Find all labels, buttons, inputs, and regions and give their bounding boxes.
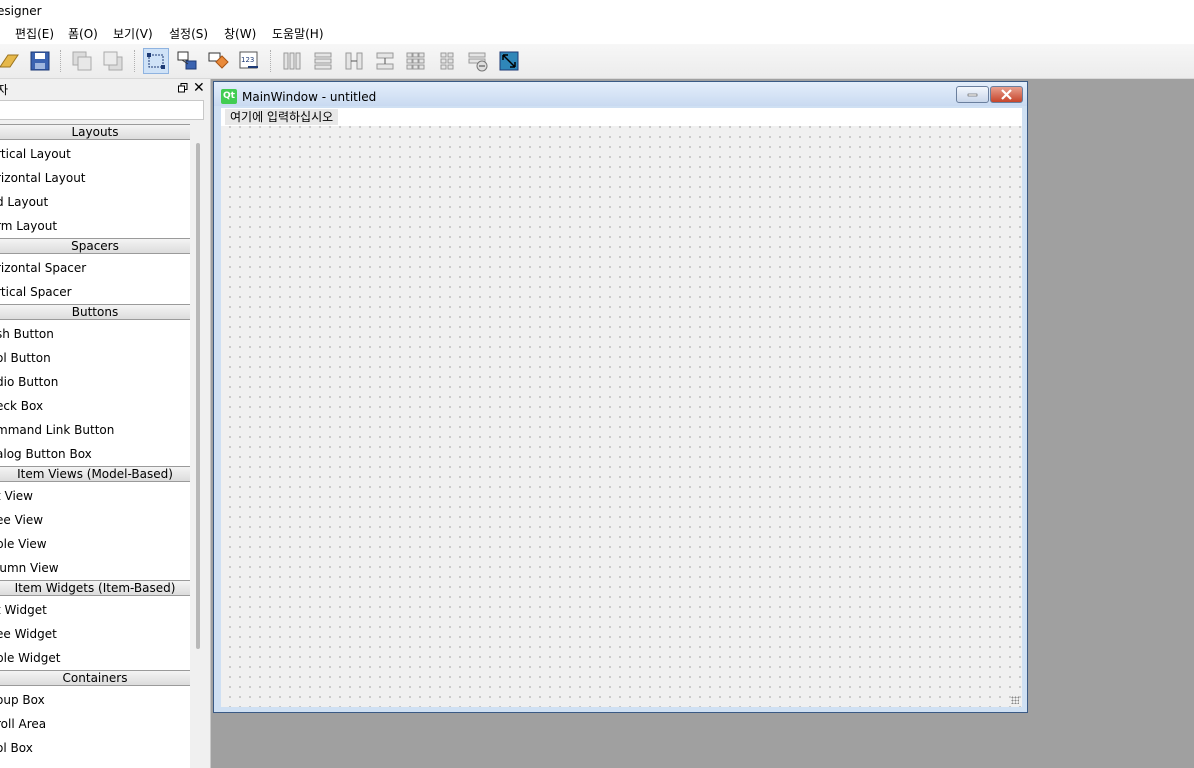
category-containers[interactable]: Containers [0,670,190,686]
menu-placeholder[interactable]: 여기에 입력하십시오 [225,109,339,125]
category-item-views[interactable]: Item Views (Model-Based) [0,466,190,482]
widget-list: Layouts rtical Layout rizontal Layout d … [0,124,190,768]
widget-item[interactable]: lumn View [0,561,59,575]
menu-help[interactable]: 도움말(H) [272,25,324,42]
layout-horizontal-icon[interactable] [279,48,305,74]
form-caption: MainWindow - untitled [242,90,377,104]
close-button[interactable] [990,86,1023,103]
qt-logo-icon: Qt [221,89,237,104]
widget-list-scrollbar[interactable] [196,143,200,649]
widget-item[interactable]: dio Button [0,375,58,389]
layout-grid-icon[interactable] [403,48,429,74]
category-layouts[interactable]: Layouts [0,124,190,140]
widget-item[interactable]: ee Widget [0,627,57,641]
widget-box-panel: 자 ✕ Layouts rtical Layout rizontal Layou… [0,79,211,768]
close-icon[interactable]: ✕ [193,79,205,97]
bring-to-front-icon[interactable] [69,48,95,74]
widget-item[interactable]: rtical Spacer [0,285,72,299]
form-window[interactable]: Qt MainWindow - untitled 여기에 입력하십시오 [213,81,1028,713]
edit-buddies-icon[interactable] [205,48,231,74]
widget-box-title: 자 [0,83,9,97]
widget-item[interactable]: roll Area [0,717,46,731]
layout-horizontal-splitter-icon[interactable] [341,48,367,74]
widget-box-header: 자 ✕ [0,79,210,99]
form-canvas[interactable]: 여기에 입력하십시오 [221,108,1022,707]
menu-form[interactable]: 폼(O) [68,25,98,42]
widget-item[interactable]: mmand Link Button [0,423,114,437]
menu-settings[interactable]: 설정(S) [169,25,208,42]
widget-item[interactable]: sh Button [0,327,54,341]
adjust-size-icon[interactable] [496,48,522,74]
widget-item[interactable]: ee View [0,513,43,527]
layout-vertical-splitter-icon[interactable] [372,48,398,74]
category-item-widgets[interactable]: Item Widgets (Item-Based) [0,580,190,596]
break-layout-icon[interactable] [465,48,491,74]
close-icon [1001,89,1012,100]
menu-window[interactable]: 창(W) [224,25,256,42]
widget-item[interactable]: ol Box [0,741,33,755]
edit-tab-order-icon[interactable]: 123 [236,48,262,74]
widget-item[interactable]: eck Box [0,399,43,413]
category-spacers[interactable]: Spacers [0,238,190,254]
form-title-bar[interactable]: Qt MainWindow - untitled [214,82,1027,106]
layout-vertical-icon[interactable] [310,48,336,74]
app-title-bar: esigner [0,0,1194,22]
app-title: esigner [0,4,42,18]
toolbar-separator [270,50,272,72]
widget-item[interactable]: rtical Layout [0,147,71,161]
edit-widgets-icon[interactable] [143,48,169,74]
toolbar: 123 [0,44,1194,79]
menu-view[interactable]: 보기(V) [113,25,153,42]
send-to-back-icon[interactable] [100,48,126,74]
toolbar-separator [134,50,136,72]
widget-item[interactable]: oup Box [0,693,45,707]
menu-edit[interactable]: 편집(E) [15,25,54,42]
widget-item[interactable]: ble View [0,537,47,551]
widget-item[interactable]: ol Button [0,351,51,365]
widget-item[interactable]: rizontal Layout [0,171,86,185]
widget-filter-input[interactable] [0,100,204,120]
menu-bar: 편집(E) 폼(O) 보기(V) 설정(S) 창(W) 도움말(H) [0,22,1194,44]
toolbar-separator [60,50,62,72]
resize-grip-icon[interactable] [1011,696,1019,704]
widget-item[interactable]: ble Widget [0,651,60,665]
widget-item[interactable]: d Layout [0,195,48,209]
widget-item[interactable]: rizontal Spacer [0,261,86,275]
widget-item[interactable]: alog Button Box [0,447,92,461]
layout-form-icon[interactable] [434,48,460,74]
category-buttons[interactable]: Buttons [0,304,190,320]
save-icon[interactable] [27,48,53,74]
form-menu-bar: 여기에 입력하십시오 [221,108,1022,126]
edit-signals-slots-icon[interactable] [174,48,200,74]
float-icon[interactable] [178,82,188,93]
widget-item[interactable]: t View [0,489,33,503]
open-icon[interactable] [0,48,22,74]
minimize-icon [967,93,978,97]
svg-text:123: 123 [241,56,254,64]
minimize-button[interactable] [956,86,989,103]
widget-item[interactable]: t Widget [0,603,47,617]
widget-item[interactable]: rm Layout [0,219,57,233]
